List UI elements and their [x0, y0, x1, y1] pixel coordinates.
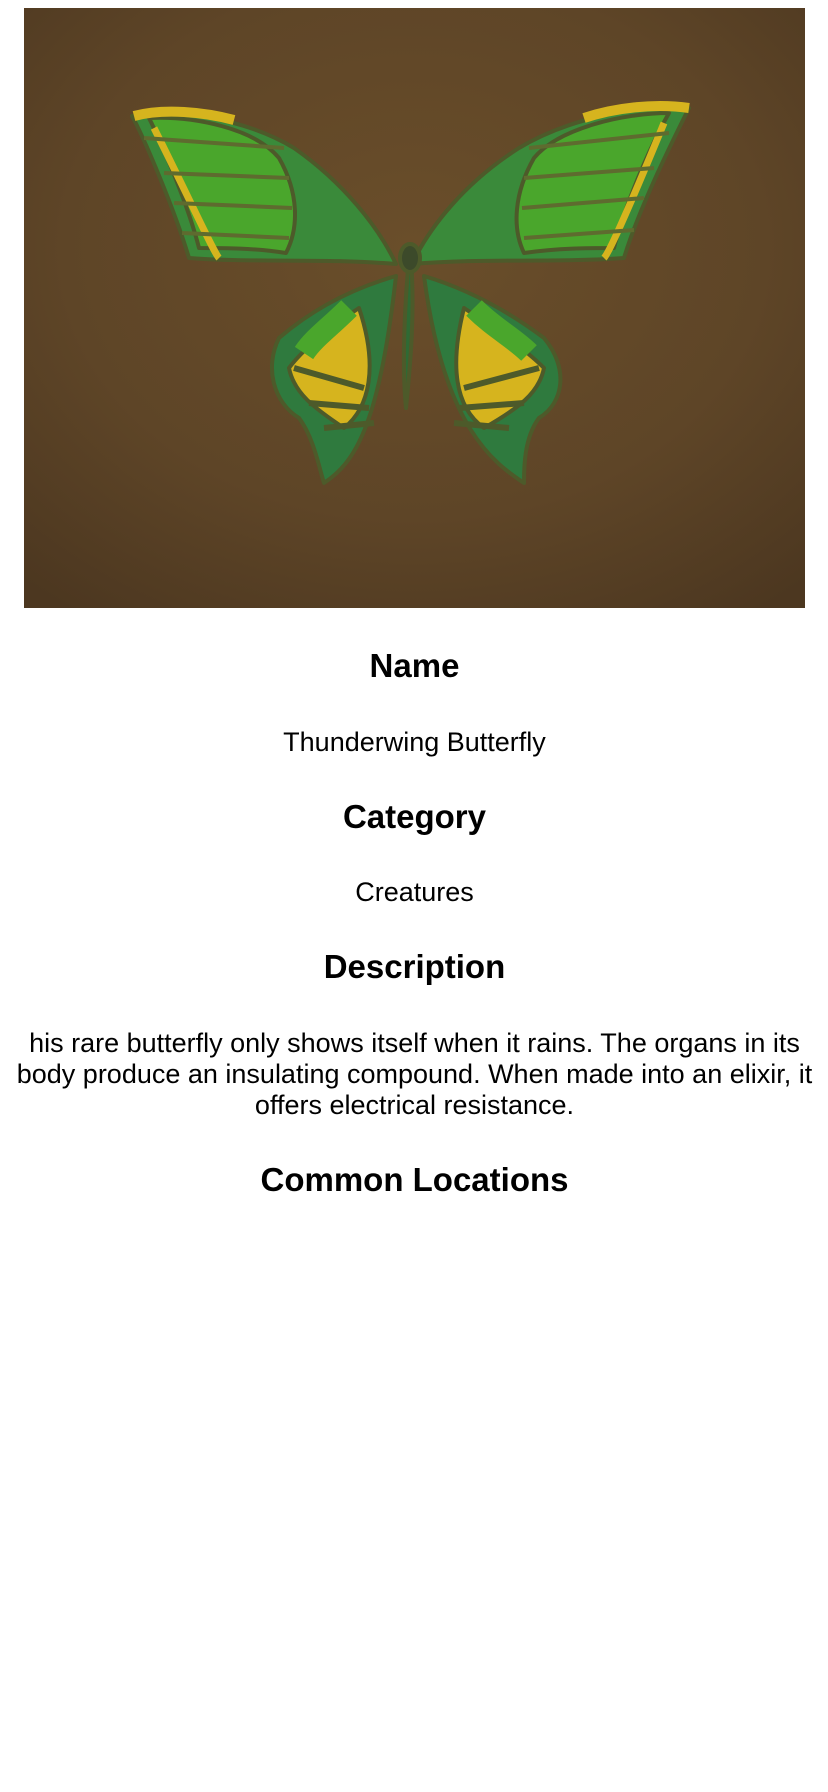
item-description: his rare butterfly only shows itself whe… — [16, 1028, 813, 1120]
common-locations-heading: Common Locations — [260, 1161, 569, 1198]
item-category: Creatures — [355, 877, 474, 907]
item-image — [24, 8, 805, 608]
butterfly-image — [24, 8, 805, 608]
category-heading: Category — [342, 798, 487, 835]
description-heading: Description — [323, 948, 506, 985]
item-name: Thunderwing Butterfly — [283, 727, 546, 757]
name-heading: Name — [369, 647, 460, 684]
item-detail-screen: Name Thunderwing Butterfly Category Crea… — [0, 0, 828, 1792]
